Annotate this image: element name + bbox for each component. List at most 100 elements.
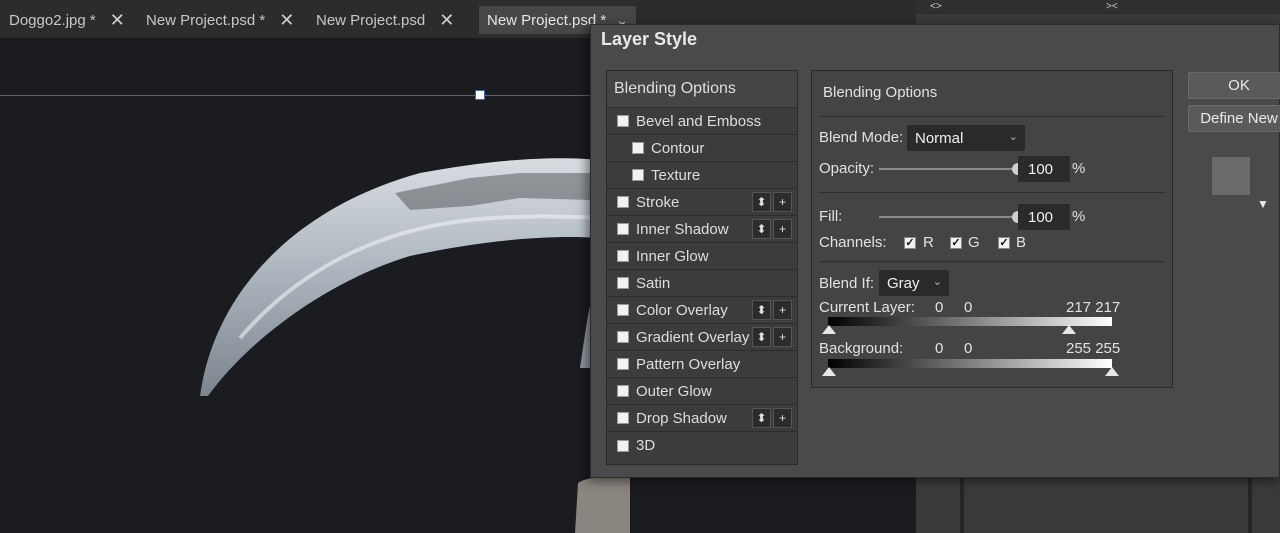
opacity-label: Opacity: — [819, 160, 875, 177]
close-icon[interactable]: ✕ — [110, 10, 125, 31]
checkbox[interactable] — [617, 277, 629, 289]
background-high-handle[interactable] — [1105, 367, 1119, 376]
background-low2: 0 — [964, 340, 973, 357]
list-item-satin[interactable]: Satin — [607, 270, 797, 297]
opacity-unit: % — [1072, 160, 1086, 177]
reorder-icon[interactable]: ⬍ — [752, 192, 771, 212]
style-preview-swatch — [1212, 157, 1250, 195]
reorder-icon[interactable]: ⬍ — [752, 408, 771, 428]
background-high: 255 255 — [1066, 340, 1121, 357]
add-icon[interactable]: + — [773, 219, 792, 239]
checkbox[interactable] — [617, 304, 629, 316]
list-item-label: Color Overlay — [636, 301, 728, 319]
blend-mode-select[interactable]: Normal ⌄ — [907, 125, 1025, 151]
expand-icon[interactable]: <> — [930, 1, 942, 12]
checkbox[interactable] — [617, 196, 629, 208]
fill-unit: % — [1072, 208, 1086, 225]
dropdown-arrow-icon[interactable]: ▼ — [1257, 197, 1269, 211]
fill-slider[interactable] — [879, 216, 1019, 218]
close-icon[interactable]: ✕ — [279, 10, 294, 31]
ok-button[interactable]: OK — [1188, 72, 1280, 99]
list-item-gradient-overlay[interactable]: Gradient Overlay ⬍ + — [607, 324, 797, 351]
checkbox[interactable] — [617, 385, 629, 397]
style-list: Blending Options Bevel and Emboss Contou… — [606, 70, 798, 465]
list-item-3d[interactable]: 3D — [607, 432, 797, 459]
opacity-slider[interactable] — [879, 168, 1019, 170]
checkbox[interactable] — [632, 169, 644, 181]
chevron-down-icon: ⌄ — [932, 276, 942, 288]
transform-handle[interactable] — [475, 90, 485, 100]
list-item-drop-shadow[interactable]: Drop Shadow ⬍ + — [607, 405, 797, 432]
current-layer-high-handle[interactable] — [1062, 325, 1076, 334]
list-item-label: Satin — [636, 274, 671, 292]
add-icon[interactable]: + — [773, 408, 792, 428]
list-item-stroke[interactable]: Stroke ⬍ + — [607, 189, 797, 216]
reorder-icon[interactable]: ⬍ — [752, 300, 771, 320]
list-item-outer-glow[interactable]: Outer Glow — [607, 378, 797, 405]
blend-if-value: Gray — [887, 274, 920, 292]
current-layer-low: 0 — [935, 299, 944, 316]
background-gradient — [828, 359, 1112, 368]
current-layer-high: 217 217 — [1066, 299, 1121, 316]
list-item-label: Texture — [651, 166, 701, 184]
blend-mode-value: Normal — [915, 129, 964, 147]
list-item-blending-options[interactable]: Blending Options — [607, 71, 797, 108]
current-layer-low2: 0 — [964, 299, 973, 316]
background-low-handle[interactable] — [822, 367, 836, 376]
list-item-label: Outer Glow — [636, 382, 712, 400]
add-icon[interactable]: + — [773, 192, 792, 212]
blending-options-panel: Blending Options Blend Mode: Normal ⌄ Op… — [811, 70, 1173, 388]
channel-b-checkbox[interactable]: ✓ — [998, 237, 1010, 249]
list-item-color-overlay[interactable]: Color Overlay ⬍ + — [607, 297, 797, 324]
channel-r-checkbox[interactable]: ✓ — [904, 237, 916, 249]
tab-label: New Project.psd * — [146, 11, 266, 29]
list-item-inner-glow[interactable]: Inner Glow — [607, 243, 797, 270]
tab-new-project-2[interactable]: New Project.psd ✕ — [316, 6, 454, 34]
chevron-down-icon: ⌄ — [1008, 131, 1018, 143]
list-item-texture[interactable]: Texture — [607, 162, 797, 189]
list-item-label: Blending Options — [614, 80, 736, 97]
tab-doggo2[interactable]: Doggo2.jpg * ✕ — [9, 6, 125, 34]
checkbox[interactable] — [632, 142, 644, 154]
list-item-inner-shadow[interactable]: Inner Shadow ⬍ + — [607, 216, 797, 243]
channel-g-checkbox[interactable]: ✓ — [950, 237, 962, 249]
add-icon[interactable]: + — [773, 300, 792, 320]
checkbox[interactable] — [617, 250, 629, 262]
fill-input[interactable]: 100 — [1018, 204, 1070, 230]
current-layer-low-handle[interactable] — [822, 325, 836, 334]
dialog-title: Layer Style — [601, 29, 698, 49]
list-item-pattern-overlay[interactable]: Pattern Overlay — [607, 351, 797, 378]
background-low: 0 — [935, 340, 944, 357]
panel-header: <> >< — [916, 0, 1280, 14]
channel-r-label: R — [923, 234, 934, 251]
checkbox[interactable] — [617, 358, 629, 370]
checkbox[interactable] — [617, 223, 629, 235]
list-item-label: Stroke — [636, 193, 680, 211]
list-item-label: Pattern Overlay — [636, 355, 741, 373]
checkbox[interactable] — [617, 412, 629, 424]
tab-new-project-1[interactable]: New Project.psd * ✕ — [146, 6, 294, 34]
collapse-icon[interactable]: >< — [1106, 1, 1118, 12]
checkbox[interactable] — [617, 115, 629, 127]
list-item-bevel-emboss[interactable]: Bevel and Emboss — [607, 108, 797, 135]
panel-divider — [960, 470, 964, 533]
checkbox[interactable] — [617, 331, 629, 343]
list-item-label: Contour — [651, 139, 705, 157]
close-icon[interactable]: ✕ — [439, 10, 454, 31]
opacity-input[interactable]: 100 — [1018, 156, 1070, 182]
blend-if-label: Blend If: — [819, 275, 875, 292]
blend-mode-label: Blend Mode: — [819, 129, 904, 146]
add-icon[interactable]: + — [773, 327, 792, 347]
reorder-icon[interactable]: ⬍ — [752, 327, 771, 347]
list-item-label: Bevel and Emboss — [636, 112, 762, 130]
list-item-contour[interactable]: Contour — [607, 135, 797, 162]
checkbox[interactable] — [617, 439, 629, 452]
list-item-label: Inner Shadow — [636, 220, 729, 238]
blend-if-select[interactable]: Gray ⌄ — [879, 270, 949, 296]
list-item-label: Inner Glow — [636, 247, 709, 265]
divider — [819, 261, 1165, 262]
reorder-icon[interactable]: ⬍ — [752, 219, 771, 239]
app-window: Doggo2.jpg * ✕ New Project.psd * ✕ New P… — [0, 0, 1280, 533]
define-new-button[interactable]: Define New — [1188, 105, 1280, 132]
channel-b-label: B — [1016, 234, 1027, 251]
